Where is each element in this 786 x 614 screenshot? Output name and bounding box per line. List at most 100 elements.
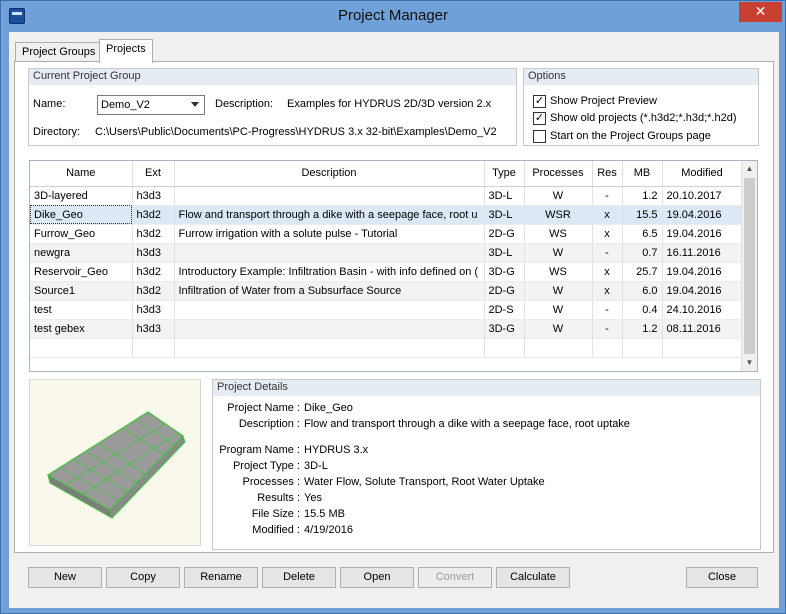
cell-ext: h3d2 bbox=[132, 205, 175, 225]
cell-modified: 19.04.2016 bbox=[662, 281, 743, 301]
calculate-button[interactable]: Calculate bbox=[496, 567, 570, 588]
close-button[interactable]: Close bbox=[686, 567, 758, 588]
group-directory-value: C:\Users\Public\Documents\PC-Progress\HY… bbox=[95, 126, 497, 138]
show-old-projects-checkbox[interactable]: ✓ Show old projects (*.h3d2;*.h3d;*.h2d) bbox=[533, 112, 737, 126]
file-size-label: File Size : bbox=[251, 508, 300, 520]
table-row-selected[interactable]: Dike_Geo h3d2 Flow and transport through… bbox=[30, 205, 743, 225]
cell-type: 2D-G bbox=[484, 224, 525, 244]
dike-mesh-preview-icon bbox=[46, 411, 186, 520]
cell-modified: 19.04.2016 bbox=[662, 262, 743, 282]
cell-type: 3D-L bbox=[484, 243, 525, 263]
project-preview-image bbox=[29, 379, 201, 546]
cell-res: - bbox=[592, 186, 623, 206]
cell-ext: h3d3 bbox=[132, 319, 175, 339]
cell-description: Infiltration of Water from a Subsurface … bbox=[174, 281, 485, 301]
project-description-label: Description : bbox=[238, 418, 300, 430]
rename-button[interactable]: Rename bbox=[184, 567, 258, 588]
description-label: Description: bbox=[215, 98, 274, 110]
cell-ext: h3d2 bbox=[132, 281, 175, 301]
column-header-name[interactable]: Name bbox=[30, 161, 133, 187]
copy-button[interactable]: Copy bbox=[106, 567, 180, 588]
convert-button[interactable]: Convert bbox=[418, 567, 492, 588]
start-on-project-groups-checkbox[interactable]: Start on the Project Groups page bbox=[533, 130, 711, 144]
table-row[interactable]: newgra h3d3 3D-L W - 0.7 16.11.2016 bbox=[30, 243, 743, 263]
chevron-down-icon bbox=[191, 102, 199, 107]
table-row[interactable]: 3D-layered h3d3 3D-L W - 1.2 20.10.2017 bbox=[30, 186, 743, 206]
open-button[interactable]: Open bbox=[340, 567, 414, 588]
scrollbar-thumb[interactable] bbox=[744, 178, 755, 354]
new-button[interactable]: New bbox=[28, 567, 102, 588]
column-header-description[interactable]: Description bbox=[174, 161, 485, 187]
checkbox-label: Show old projects (*.h3d2;*.h3d;*.h2d) bbox=[550, 112, 737, 124]
cell-modified: 24.10.2016 bbox=[662, 300, 743, 320]
current-project-group-box: Current Project Group Name: Demo_V2 Desc… bbox=[28, 68, 517, 146]
project-type-label: Project Type : bbox=[232, 460, 300, 472]
cell-processes: W bbox=[524, 300, 593, 320]
cell-description bbox=[174, 300, 485, 320]
checkbox-check-icon: ✓ bbox=[533, 95, 546, 108]
cell-processes: WSR bbox=[524, 205, 593, 225]
modified-label: Modified : bbox=[252, 524, 300, 536]
column-header-res[interactable]: Res bbox=[592, 161, 623, 187]
cell-description bbox=[174, 319, 485, 339]
cell-name: Reservoir_Geo bbox=[30, 262, 133, 282]
projects-table: Name Ext Description Type Processes Res … bbox=[29, 160, 758, 372]
delete-button[interactable]: Delete bbox=[262, 567, 336, 588]
group-name-value: Demo_V2 bbox=[101, 99, 150, 111]
tab-project-groups[interactable]: Project Groups bbox=[15, 42, 103, 63]
cell-name: test bbox=[30, 300, 133, 320]
cell-res: x bbox=[592, 224, 623, 244]
scroll-down-icon[interactable]: ▼ bbox=[742, 355, 757, 371]
cell-type: 3D-G bbox=[484, 262, 525, 282]
cell-res: x bbox=[592, 281, 623, 301]
window-close-button[interactable]: ✕ bbox=[739, 2, 782, 22]
checkbox-check-icon: ✓ bbox=[533, 112, 546, 125]
processes-label: Processes : bbox=[242, 476, 300, 488]
column-header-mb[interactable]: MB bbox=[622, 161, 663, 187]
cell-name: newgra bbox=[30, 243, 133, 263]
cell-processes: W bbox=[524, 186, 593, 206]
table-row[interactable]: Source1 h3d2 Infiltration of Water from … bbox=[30, 281, 743, 301]
table-row[interactable]: test h3d3 2D-S W - 0.4 24.10.2016 bbox=[30, 300, 743, 320]
cell-processes: WS bbox=[524, 224, 593, 244]
cell-ext: h3d3 bbox=[132, 186, 175, 206]
cell-description: Furrow irrigation with a solute pulse - … bbox=[174, 224, 485, 244]
table-row[interactable]: Furrow_Geo h3d2 Furrow irrigation with a… bbox=[30, 224, 743, 244]
cell-modified: 19.04.2016 bbox=[662, 224, 743, 244]
cell-modified: 08.11.2016 bbox=[662, 319, 743, 339]
program-name-value: HYDRUS 3.x bbox=[304, 444, 369, 456]
cell-mb: 0.7 bbox=[622, 243, 663, 263]
cell-modified: 19.04.2016 bbox=[662, 205, 743, 225]
cell-modified: 20.10.2017 bbox=[662, 186, 743, 206]
cell-res: - bbox=[592, 319, 623, 339]
cell-ext: h3d3 bbox=[132, 243, 175, 263]
column-header-processes[interactable]: Processes bbox=[524, 161, 593, 187]
tab-projects[interactable]: Projects bbox=[99, 39, 153, 63]
table-row[interactable]: test gebex h3d3 3D-G W - 1.2 08.11.2016 bbox=[30, 319, 743, 339]
results-value: Yes bbox=[304, 492, 322, 504]
cell-name: 3D-layered bbox=[30, 186, 133, 206]
column-header-modified[interactable]: Modified bbox=[662, 161, 743, 187]
checkbox-box bbox=[533, 130, 546, 143]
checkbox-label: Show Project Preview bbox=[550, 95, 657, 107]
column-header-type[interactable]: Type bbox=[484, 161, 525, 187]
cell-type: 2D-S bbox=[484, 300, 525, 320]
vertical-scrollbar[interactable]: ▲ ▼ bbox=[741, 161, 757, 371]
cell-res: - bbox=[592, 243, 623, 263]
cell-name: test gebex bbox=[30, 319, 133, 339]
show-project-preview-checkbox[interactable]: ✓ Show Project Preview bbox=[533, 95, 657, 109]
column-header-ext[interactable]: Ext bbox=[132, 161, 175, 187]
project-type-value: 3D-L bbox=[304, 460, 328, 472]
scroll-up-icon[interactable]: ▲ bbox=[742, 161, 757, 177]
cell-name: Source1 bbox=[30, 281, 133, 301]
table-row[interactable]: Reservoir_Geo h3d2 Introductory Example:… bbox=[30, 262, 743, 282]
cell-processes: W bbox=[524, 281, 593, 301]
cell-processes: W bbox=[524, 243, 593, 263]
options-title: Options bbox=[524, 69, 758, 85]
table-row-empty bbox=[30, 338, 743, 358]
title-bar[interactable]: Project Manager ✕ bbox=[1, 1, 785, 32]
group-name-dropdown[interactable]: Demo_V2 bbox=[97, 95, 205, 115]
table-header-row: Name Ext Description Type Processes Res … bbox=[30, 161, 743, 187]
cell-name: Furrow_Geo bbox=[30, 224, 133, 244]
cell-mb: 15.5 bbox=[622, 205, 663, 225]
